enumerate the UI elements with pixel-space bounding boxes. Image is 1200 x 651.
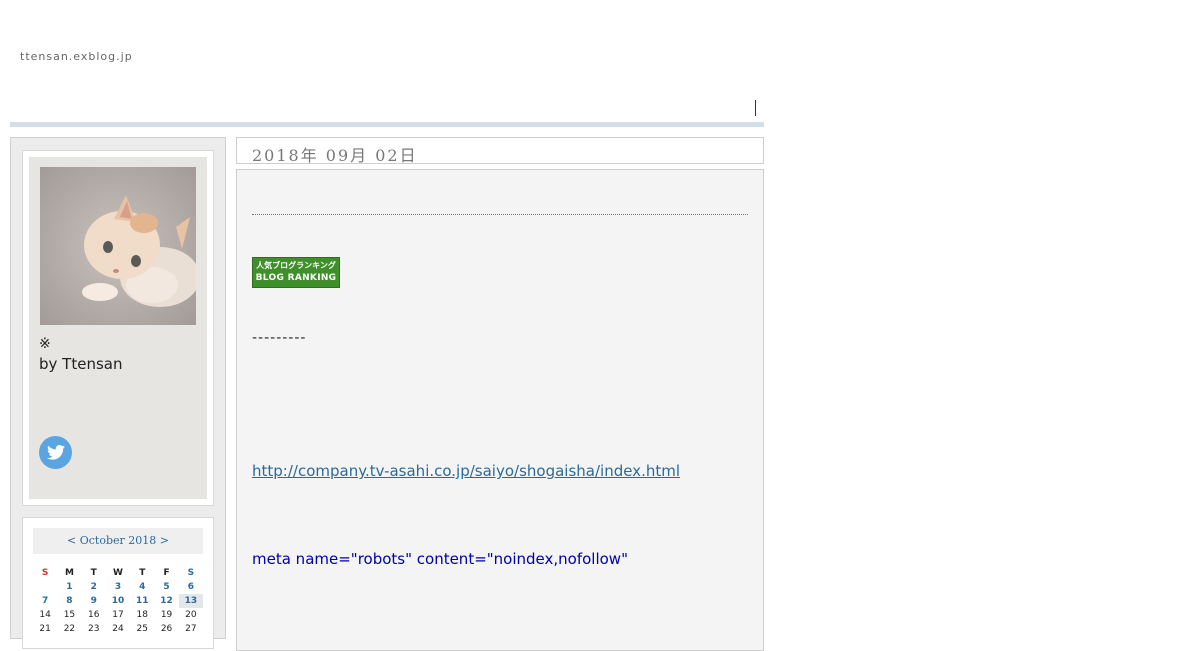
profile-box: ※ by Ttensan <box>22 150 214 506</box>
calendar-day-name: M <box>64 568 74 578</box>
calendar-day[interactable]: 5 <box>154 580 178 594</box>
calendar-day[interactable]: 9 <box>82 594 106 608</box>
calendar-day-today[interactable]: 13 <box>178 594 203 608</box>
calendar-day[interactable]: 7 <box>33 594 57 608</box>
calendar-day[interactable]: 2 <box>82 580 106 594</box>
calendar-day[interactable]: 4 <box>130 580 154 594</box>
text-cursor <box>755 100 756 116</box>
calendar-day: 23 <box>87 624 100 634</box>
calendar-day: 20 <box>185 610 197 620</box>
calendar-day: 19 <box>160 610 173 620</box>
post-body: 人気ブログランキング BLOG RANKING --------- http:/… <box>236 169 764 651</box>
calendar-day: 21 <box>39 624 51 634</box>
calendar-day[interactable]: 12 <box>154 594 178 608</box>
calendar-grid: S M T W T F S 1 2 3 4 5 6 7 8 9 10 11 12… <box>33 566 203 636</box>
post-link[interactable]: http://company.tv-asahi.co.jp/saiyo/shog… <box>252 462 680 480</box>
calendar-day[interactable]: 10 <box>106 594 130 608</box>
calendar: < October 2018 > S M T W T F S 1 2 3 4 5… <box>22 517 214 649</box>
post-date: 2018年 09月 02日 <box>252 146 418 165</box>
post-separator-dashes: --------- <box>252 330 307 346</box>
calendar-day[interactable]: 1 <box>57 580 81 594</box>
calendar-day: 25 <box>136 624 148 634</box>
calendar-day: 17 <box>112 610 124 620</box>
header-bar <box>10 122 764 127</box>
blog-ranking-banner-line1: 人気ブログランキング <box>256 261 336 270</box>
calendar-day-name: T <box>139 568 146 578</box>
profile-photo-kitten[interactable] <box>40 167 196 325</box>
post-meta-text: meta name="robots" content="noindex,nofo… <box>252 550 628 568</box>
twitter-button[interactable] <box>39 436 72 469</box>
site-url[interactable]: ttensan.exblog.jp <box>20 50 133 63</box>
profile-mark: ※ <box>39 336 51 352</box>
calendar-day: 14 <box>39 610 51 620</box>
calendar-day <box>33 580 57 594</box>
profile-author: by Ttensan <box>39 355 123 373</box>
calendar-day[interactable]: 6 <box>179 580 203 594</box>
calendar-day: 22 <box>63 624 76 634</box>
calendar-day: 16 <box>87 610 100 620</box>
post-divider <box>252 214 748 215</box>
post-date-box: 2018年 09月 02日 <box>236 137 764 165</box>
sidebar: ※ by Ttensan < October 2018 > S M T W T … <box>10 137 226 649</box>
calendar-day-name: F <box>163 568 170 578</box>
profile-inner: ※ by Ttensan <box>29 157 207 499</box>
twitter-icon <box>46 445 65 460</box>
calendar-day[interactable]: 8 <box>57 594 81 608</box>
calendar-month-nav[interactable]: < October 2018 > <box>33 528 203 554</box>
calendar-day: 24 <box>112 624 124 634</box>
blog-ranking-banner[interactable]: 人気ブログランキング BLOG RANKING <box>252 257 340 288</box>
calendar-day-name: W <box>113 568 123 578</box>
calendar-day[interactable]: 11 <box>130 594 154 608</box>
blog-ranking-banner-line2: BLOG RANKING <box>255 273 337 283</box>
calendar-day-name: S <box>41 568 49 578</box>
calendar-day[interactable]: 3 <box>106 580 130 594</box>
calendar-day-name: S <box>187 568 195 578</box>
calendar-day: 15 <box>63 610 76 620</box>
calendar-day-name: T <box>90 568 97 578</box>
calendar-day: 18 <box>136 610 148 620</box>
calendar-day: 26 <box>160 624 173 634</box>
calendar-day: 27 <box>185 624 197 634</box>
